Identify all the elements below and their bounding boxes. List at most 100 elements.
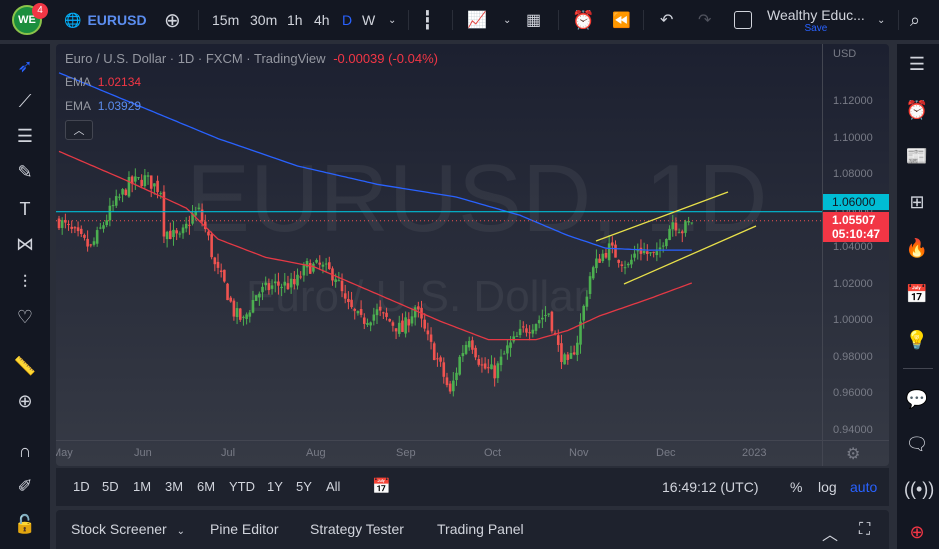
text-icon[interactable]: T	[12, 199, 38, 219]
candle-body	[337, 280, 341, 282]
candle-body	[665, 239, 668, 247]
interval-4h[interactable]: 4h	[314, 0, 330, 40]
lock-icon[interactable]: 🔓	[12, 514, 38, 534]
alarm-clock-icon[interactable]: ⏰	[904, 100, 930, 120]
heart-icon[interactable]: ♡	[12, 307, 38, 327]
range-all[interactable]: All	[326, 479, 340, 494]
range-ytd[interactable]: YTD	[229, 479, 255, 494]
percent-toggle[interactable]: %	[790, 479, 802, 495]
settings-gear-icon[interactable]: ⚙	[846, 444, 860, 464]
layout-grid-icon[interactable]: ▦	[526, 0, 541, 40]
save-label: Save	[804, 22, 828, 34]
candle-body	[137, 177, 140, 179]
candle-body	[417, 306, 420, 310]
collapse-legend-button[interactable]: ︿	[65, 120, 93, 140]
candle-body	[680, 231, 684, 234]
interval-1h[interactable]: 1h	[287, 0, 303, 40]
interval-30m[interactable]: 30m	[250, 0, 277, 40]
candle-body	[623, 267, 627, 269]
tab-stock-screener[interactable]: Stock Screener ⌄	[71, 521, 185, 537]
chart-pane[interactable]: EURUSD, 1D Euro / U.S. Dollar Euro / U.S…	[56, 44, 889, 466]
candle-body	[159, 193, 163, 195]
range-6m[interactable]: 6M	[197, 479, 215, 494]
currency-selector[interactable]: USD	[833, 48, 856, 60]
range-3m[interactable]: 3M	[165, 479, 183, 494]
chat-icon[interactable]: 🗨	[904, 434, 930, 454]
clock[interactable]: 16:49:12 (UTC)	[662, 479, 758, 495]
tab-strategy-tester[interactable]: Strategy Tester	[310, 521, 404, 537]
candle-body	[537, 320, 541, 324]
chevron-down-icon[interactable]: ⌄	[388, 0, 396, 40]
candle-body	[308, 263, 312, 274]
layout-save-button[interactable]: Wealthy Educ... Save	[767, 0, 865, 40]
candle-body	[340, 280, 344, 292]
layout-checkbox[interactable]	[734, 0, 752, 40]
candles-icon[interactable]: ┇	[422, 0, 433, 40]
zoom-in-icon[interactable]: ⊕	[12, 391, 38, 411]
chats-icon[interactable]: 💬	[904, 389, 930, 409]
auto-toggle[interactable]: auto	[850, 479, 877, 495]
price-chart[interactable]	[56, 44, 889, 466]
candle-body	[611, 242, 614, 246]
logo-button[interactable]: WE 4	[12, 0, 48, 40]
chevron-down-icon[interactable]: ⌄	[877, 0, 885, 40]
range-1y[interactable]: 1Y	[267, 479, 283, 494]
ideas-bulb-icon[interactable]: 💡	[904, 330, 930, 350]
interval-d[interactable]: D	[342, 0, 352, 40]
alert-icon[interactable]: ⏰	[572, 0, 594, 40]
prediction-icon[interactable]: ⫶	[12, 272, 38, 292]
candle-body	[283, 281, 287, 286]
candle-body	[302, 265, 306, 276]
candle-body	[585, 296, 589, 307]
range-1m[interactable]: 1M	[133, 479, 151, 494]
maximize-icon[interactable]: ⛶	[859, 521, 870, 539]
ema-legend-1[interactable]: EMA 1.02134	[65, 75, 141, 89]
broadcast-icon[interactable]: ((•))	[904, 479, 934, 499]
interval-w[interactable]: W	[362, 0, 375, 40]
news-icon[interactable]: 📰	[904, 146, 930, 166]
ruler-icon[interactable]: 📏	[12, 356, 38, 376]
log-toggle[interactable]: log	[818, 479, 837, 495]
replay-icon[interactable]: ⏪	[612, 0, 631, 40]
ema-legend-2[interactable]: EMA 1.03929	[65, 99, 141, 113]
candle-body	[213, 257, 217, 265]
watchlist-icon[interactable]: ☰	[904, 54, 930, 74]
candle-body	[677, 232, 681, 234]
chevron-up-icon[interactable]: ︿	[822, 521, 838, 545]
chevron-down-icon[interactable]: ⌄	[503, 0, 511, 40]
interval-15m[interactable]: 15m	[212, 0, 239, 40]
tab-trading-panel[interactable]: Trading Panel	[437, 521, 524, 537]
date-range-icon[interactable]: 📅	[372, 477, 391, 495]
pattern-icon[interactable]: ⋈	[12, 234, 38, 254]
candle-body	[172, 229, 175, 238]
help-icon[interactable]: ⊕	[904, 522, 930, 542]
add-list-icon[interactable]: ⊞	[904, 192, 930, 212]
magnet-icon[interactable]: ∩	[12, 441, 38, 461]
layout-name: Wealthy Educ...	[767, 6, 865, 23]
calendar-icon[interactable]: 📅	[904, 284, 930, 304]
redo-icon[interactable]: ↷	[698, 0, 711, 40]
undo-icon[interactable]: ↶	[660, 0, 673, 40]
range-1d[interactable]: 1D	[73, 479, 90, 494]
candle-body	[674, 222, 678, 231]
brush-icon[interactable]: ✎	[12, 162, 38, 182]
symbol-search[interactable]: 🌐 EURUSD	[64, 0, 147, 40]
compare-add-icon[interactable]: ⊕	[164, 0, 181, 40]
last-price-label: 1.05507 05:10:47	[823, 212, 889, 242]
candle-body	[531, 329, 535, 334]
candle-body	[321, 264, 325, 267]
candle-body	[280, 286, 283, 289]
cursor-icon[interactable]: ➶	[12, 56, 38, 76]
search-icon[interactable]: ⌕	[910, 0, 920, 40]
trendline-icon[interactable]: ⟋	[12, 91, 38, 111]
indicators-icon[interactable]: 📈	[467, 0, 487, 40]
range-5d[interactable]: 5D	[102, 479, 119, 494]
range-5y[interactable]: 5Y	[296, 479, 312, 494]
price-axis[interactable]: USD 1.12000 1.10000 1.08000 1.06000 1.04000 1…	[822, 44, 889, 466]
candle-body	[235, 308, 239, 317]
tab-pine-editor[interactable]: Pine Editor	[210, 521, 278, 537]
lock-drawing-icon[interactable]: ✐	[12, 476, 38, 496]
hotlist-fire-icon[interactable]: 🔥	[904, 238, 930, 258]
candle-body	[620, 264, 624, 266]
fib-icon[interactable]: ☰	[12, 126, 38, 146]
